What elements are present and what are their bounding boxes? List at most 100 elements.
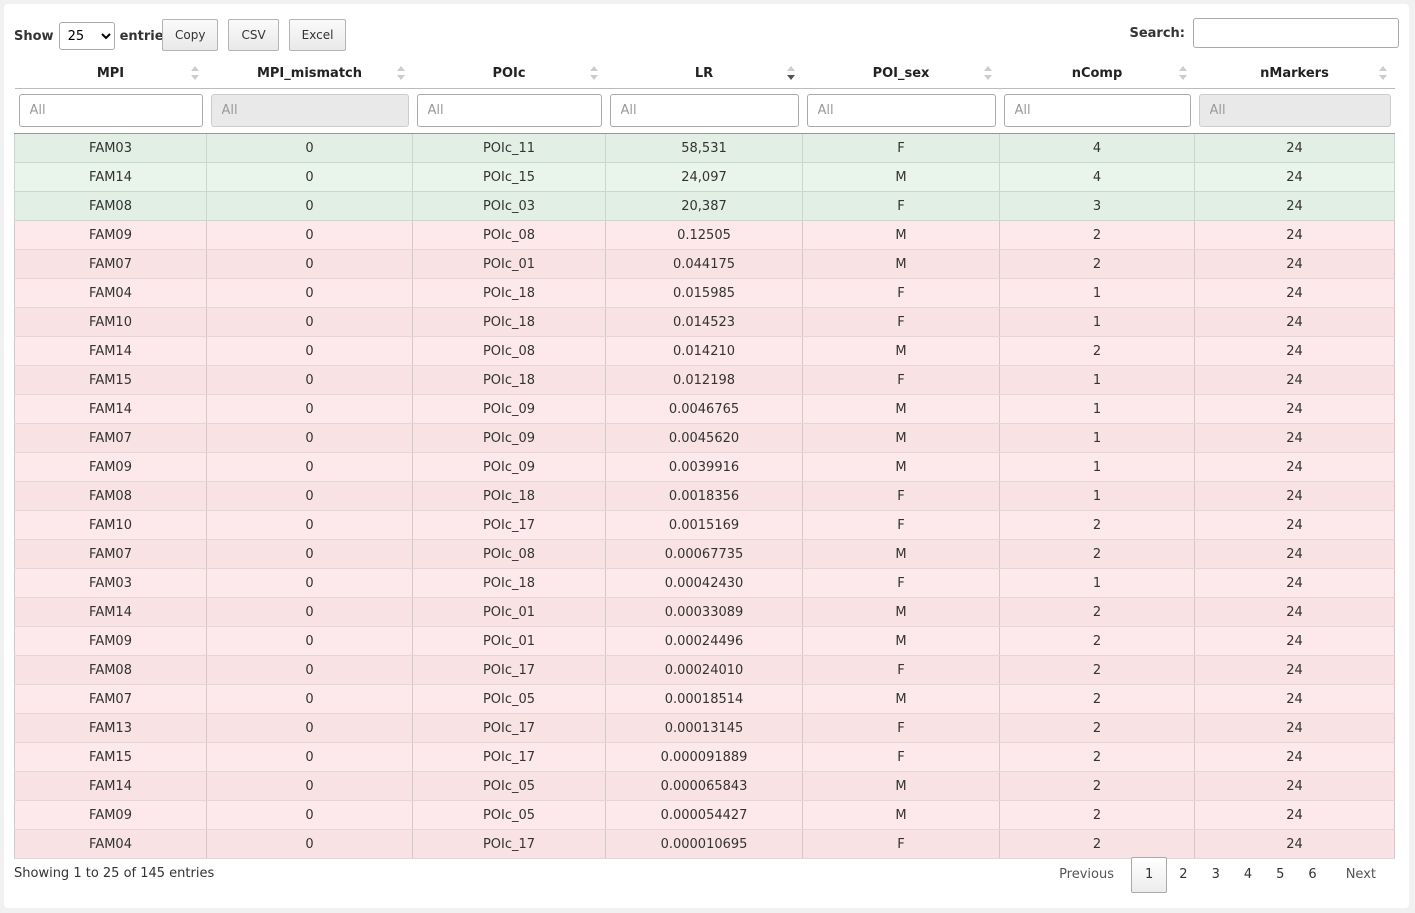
cell-poic: POIc_17 [412,829,606,859]
table-row[interactable]: FAM08 0 POIc_18 0.0018356 F 1 24 [14,481,1395,511]
sort-arrows-icon [589,66,598,80]
cell-ncomp: 1 [999,365,1195,395]
cell-lr: 0.015985 [605,278,803,308]
cell-mpi: FAM13 [14,713,207,743]
table-row[interactable]: FAM15 0 POIc_17 0.000091889 F 2 24 [14,742,1395,772]
cell-mpi: FAM14 [14,597,207,627]
table-row[interactable]: FAM04 0 POIc_18 0.015985 F 1 24 [14,278,1395,308]
cell-poi_sex: F [802,510,1000,540]
table-row[interactable]: FAM03 0 POIc_18 0.00042430 F 1 24 [14,568,1395,598]
column-header-label: MPI_mismatch [256,65,363,81]
cell-ncomp: 2 [999,771,1195,801]
cell-poi_sex: F [802,365,1000,395]
table-row[interactable]: FAM07 0 POIc_08 0.00067735 M 2 24 [14,539,1395,569]
column-header-lr[interactable]: LR [605,58,803,89]
page-button-4[interactable]: 4 [1232,857,1264,893]
cell-mpi_mismatch: 0 [206,713,413,743]
filter-input-lr[interactable] [609,93,799,127]
cell-mpi_mismatch: 0 [206,829,413,859]
cell-nmarkers: 24 [1194,713,1395,743]
table-row[interactable]: FAM14 0 POIc_01 0.00033089 M 2 24 [14,597,1395,627]
cell-mpi_mismatch: 0 [206,481,413,511]
cell-poic: POIc_09 [412,452,606,482]
cell-poic: POIc_17 [412,655,606,685]
table-row[interactable]: FAM08 0 POIc_17 0.00024010 F 2 24 [14,655,1395,685]
table-row[interactable]: FAM10 0 POIc_17 0.0015169 F 2 24 [14,510,1395,540]
cell-nmarkers: 24 [1194,655,1395,685]
table-row[interactable]: FAM10 0 POIc_18 0.014523 F 1 24 [14,307,1395,337]
page-button-3[interactable]: 3 [1200,857,1232,893]
page-button-1[interactable]: 1 [1131,857,1168,893]
filter-row [14,88,1395,134]
cell-nmarkers: 24 [1194,307,1395,337]
cell-lr: 0.012198 [605,365,803,395]
cell-poi_sex: M [802,162,1000,192]
cell-poi_sex: M [802,336,1000,366]
cell-lr: 0.0046765 [605,394,803,424]
cell-poic: POIc_17 [412,713,606,743]
filter-input-poi_sex[interactable] [806,93,996,127]
search-input[interactable] [1193,18,1399,48]
cell-mpi_mismatch: 0 [206,394,413,424]
cell-mpi: FAM10 [14,307,207,337]
table-row[interactable]: FAM09 0 POIc_09 0.0039916 M 1 24 [14,452,1395,482]
cell-poic: POIc_01 [412,597,606,627]
table-row[interactable]: FAM07 0 POIc_09 0.0045620 M 1 24 [14,423,1395,453]
excel-button[interactable]: Excel [288,19,347,51]
table-row[interactable]: FAM15 0 POIc_18 0.012198 F 1 24 [14,365,1395,395]
cell-poi_sex: M [802,539,1000,569]
filter-input-mpi[interactable] [18,93,203,127]
cell-mpi: FAM08 [14,481,207,511]
cell-poic: POIc_08 [412,220,606,250]
cell-mpi: FAM08 [14,191,207,221]
cell-mpi_mismatch: 0 [206,568,413,598]
table-row[interactable]: FAM09 0 POIc_01 0.00024496 M 2 24 [14,626,1395,656]
table-row[interactable]: FAM09 0 POIc_05 0.000054427 M 2 24 [14,800,1395,830]
cell-poi_sex: F [802,742,1000,772]
cell-poic: POIc_09 [412,423,606,453]
table-row[interactable]: FAM14 0 POIc_09 0.0046765 M 1 24 [14,394,1395,424]
column-header-poi_sex[interactable]: POI_sex [802,58,1000,89]
cell-poic: POIc_17 [412,742,606,772]
cell-ncomp: 2 [999,597,1195,627]
table-row[interactable]: FAM04 0 POIc_17 0.000010695 F 2 24 [14,829,1395,859]
column-header-mpi_mismatch[interactable]: MPI_mismatch [206,58,413,89]
cell-mpi: FAM15 [14,365,207,395]
table-row[interactable]: FAM03 0 POIc_11 58,531 F 4 24 [14,133,1395,163]
cell-mpi_mismatch: 0 [206,626,413,656]
filter-cell [206,88,413,134]
cell-mpi: FAM14 [14,162,207,192]
table-row[interactable]: FAM07 0 POIc_05 0.00018514 M 2 24 [14,684,1395,714]
cell-poi_sex: M [802,771,1000,801]
page-button-5[interactable]: 5 [1264,857,1296,893]
sort-arrows-icon [983,66,992,80]
table-row[interactable]: FAM14 0 POIc_15 24,097 M 4 24 [14,162,1395,192]
csv-button[interactable]: CSV [228,19,279,51]
cell-mpi: FAM14 [14,336,207,366]
table-row[interactable]: FAM08 0 POIc_03 20,387 F 3 24 [14,191,1395,221]
column-header-ncomp[interactable]: nComp [999,58,1195,89]
column-header-nmarkers[interactable]: nMarkers [1194,58,1395,89]
table-row[interactable]: FAM14 0 POIc_08 0.014210 M 2 24 [14,336,1395,366]
filter-input-ncomp[interactable] [1003,93,1191,127]
cell-mpi_mismatch: 0 [206,452,413,482]
table-row[interactable]: FAM14 0 POIc_05 0.000065843 M 2 24 [14,771,1395,801]
page-length-select[interactable]: 25 [58,22,115,50]
table-row[interactable]: FAM09 0 POIc_08 0.12505 M 2 24 [14,220,1395,250]
filter-input-poic[interactable] [416,93,602,127]
column-header-poic[interactable]: POIc [412,58,606,89]
page-button-2[interactable]: 2 [1167,857,1199,893]
table-row[interactable]: FAM13 0 POIc_17 0.00013145 F 2 24 [14,713,1395,743]
next-page-button[interactable]: Next [1329,857,1393,893]
cell-mpi: FAM03 [14,568,207,598]
page-button-6[interactable]: 6 [1296,857,1328,893]
cell-nmarkers: 24 [1194,336,1395,366]
cell-poic: POIc_18 [412,307,606,337]
cell-mpi: FAM09 [14,800,207,830]
previous-page-button[interactable]: Previous [1042,857,1131,893]
copy-button[interactable]: Copy [162,19,219,51]
column-header-mpi[interactable]: MPI [14,58,207,89]
cell-nmarkers: 24 [1194,249,1395,279]
table-row[interactable]: FAM07 0 POIc_01 0.044175 M 2 24 [14,249,1395,279]
cell-poi_sex: M [802,423,1000,453]
